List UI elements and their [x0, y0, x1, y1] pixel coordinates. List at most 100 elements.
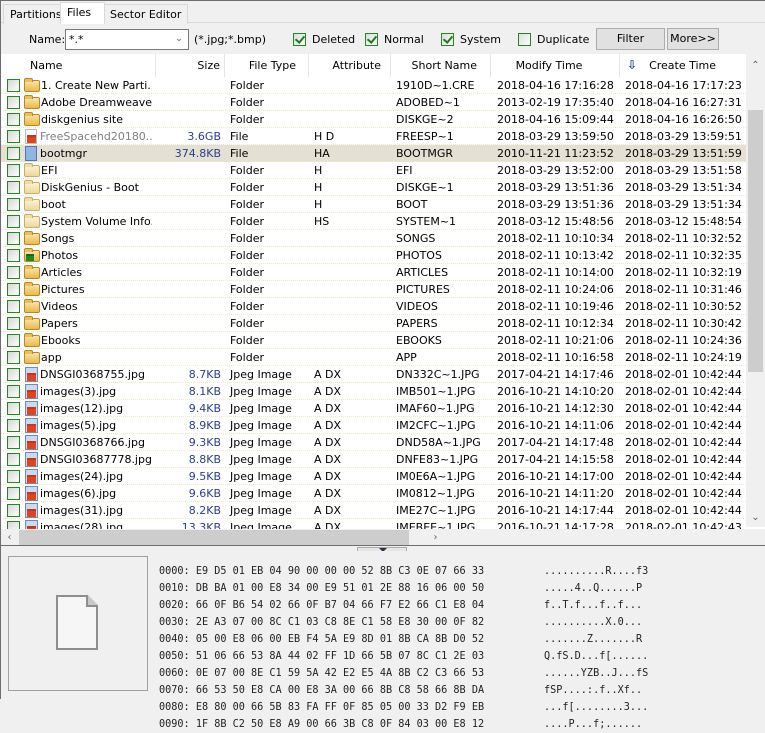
scroll-right-arrow-icon[interactable]: › — [427, 529, 444, 545]
short-name: VIDEOS — [396, 300, 438, 313]
file-row[interactable]: DNSGI0368755.jpg 8.7KB Jpeg Image A DX DN332… — [1, 366, 746, 383]
row-checkbox[interactable] — [7, 401, 20, 415]
name-filter-input[interactable] — [68, 32, 168, 47]
hex-offset: 0090: — [159, 719, 190, 730]
horizontal-scrollbar[interactable]: ‹ › — [1, 529, 746, 545]
row-checkbox[interactable] — [7, 95, 20, 109]
file-row[interactable]: boot Folder H BOOT 2018-03-29 13:51:36 2018-0… — [1, 196, 746, 213]
file-row[interactable]: images(6).jpg 9.6KB Jpeg Image A DX IM0812~1… — [1, 485, 746, 502]
file-row[interactable]: app Folder APP 2018-02-11 10:16:58 2018-02-1… — [1, 349, 746, 366]
row-checkbox[interactable] — [7, 214, 20, 228]
vertical-scroll-thumb[interactable] — [748, 110, 763, 372]
file-row[interactable]: images(24).jpg 9.5KB Jpeg Image A DX IM0E6A~… — [1, 468, 746, 485]
scroll-left-arrow-icon[interactable]: ‹ — [1, 529, 18, 545]
column-header-file-type[interactable]: File Type — [225, 54, 309, 77]
row-checkbox[interactable] — [7, 452, 20, 466]
scroll-up-arrow-icon[interactable]: ⌃ — [747, 57, 764, 74]
checkbox-normal-box[interactable] — [365, 33, 378, 46]
file-row[interactable]: Articles Folder ARTICLES 2018-02-11 10:14:0… — [1, 264, 746, 281]
row-checkbox[interactable] — [7, 503, 20, 517]
hex-bytes[interactable]: E9 D5 01 EB 04 90 00 00 00 52 8B C3 0E 0… — [196, 566, 484, 577]
hex-bytes[interactable]: DB BA 01 00 E8 34 00 E9 51 01 2E 88 16 0… — [196, 583, 484, 594]
hex-line: 0060: 0E 07 00 8E C1 59 5A 42 E2 E5 4A 8… — [159, 665, 484, 682]
file-row[interactable]: images(5).jpg 8.9KB Jpeg Image A DX IM2CFC~1… — [1, 417, 746, 434]
name-filter-combo[interactable]: ⌄ — [65, 29, 189, 50]
row-checkbox[interactable] — [7, 129, 20, 143]
row-checkbox[interactable] — [7, 384, 20, 398]
hex-bytes[interactable]: 66 53 50 E8 CA 00 E8 3A 00 66 8B C8 58 6… — [196, 685, 484, 696]
system-checkbox[interactable]: System — [441, 32, 501, 47]
row-checkbox[interactable] — [7, 146, 20, 160]
row-checkbox[interactable] — [7, 316, 20, 330]
row-checkbox[interactable] — [7, 367, 20, 381]
hex-offset: 0040: — [159, 634, 190, 645]
checkbox-duplicate-box[interactable] — [518, 33, 531, 46]
file-row[interactable]: Photos Folder PHOTOS 2018-02-11 10:13:42 201… — [1, 247, 746, 264]
checkbox-deleted-box[interactable] — [293, 33, 306, 46]
scroll-down-arrow-icon[interactable]: ⌄ — [747, 509, 764, 526]
file-row[interactable]: Songs Folder SONGS 2018-02-11 10:10:34 2018-… — [1, 230, 746, 247]
row-checkbox[interactable] — [7, 418, 20, 432]
checkbox-system-box[interactable] — [441, 33, 454, 46]
tab-partitions[interactable]: Partitions — [3, 4, 69, 24]
file-size: 9.5KB — [188, 470, 221, 483]
horizontal-scroll-thumb[interactable] — [19, 530, 409, 545]
hex-bytes[interactable]: 66 0F B6 54 02 66 0F B7 04 66 F7 E2 66 C… — [196, 600, 484, 611]
file-row[interactable]: bootmgr 374.8KB File HA BOOTMGR 2010-11-21 11… — [1, 145, 746, 162]
row-checkbox[interactable] — [7, 248, 20, 262]
file-row[interactable]: Papers Folder PAPERS 2018-02-11 10:12:34 201… — [1, 315, 746, 332]
file-row[interactable]: images(3).jpg 8.1KB Jpeg Image A DX IMB501~1… — [1, 383, 746, 400]
file-row[interactable]: 1. Create New Parti... Folder 1910D~1.CRE 2… — [1, 77, 746, 94]
chevron-down-icon[interactable]: ⌄ — [172, 32, 186, 47]
filter-button[interactable]: Filter — [596, 28, 665, 50]
file-row[interactable]: System Volume Info... Folder HS SYSTEM~1 201… — [1, 213, 746, 230]
file-row[interactable]: DNSGI03687778.jpg 8.8KB Jpeg Image A DX DNFE… — [1, 451, 746, 468]
tab-sector-editor[interactable]: Sector Editor — [103, 4, 189, 24]
file-row[interactable]: DNSGI0368766.jpg 9.3KB Jpeg Image A DX DND58… — [1, 434, 746, 451]
file-row[interactable]: DiskGenius - Boot Folder H DISKGE~1 2018-03-… — [1, 179, 746, 196]
deleted-checkbox[interactable]: Deleted — [293, 32, 355, 47]
file-row[interactable]: Adobe Dreamweave... Folder ADOBED~1 2013-02… — [1, 94, 746, 111]
column-header-attribute[interactable]: Attribute — [309, 54, 391, 77]
hex-bytes[interactable]: E8 80 00 66 5B 83 FA FF 0F 85 05 00 33 D… — [196, 702, 484, 713]
more-button[interactable]: More>> — [667, 28, 719, 50]
column-header-name[interactable]: Name — [1, 54, 156, 77]
file-row[interactable]: FreeSpacehd20180... 3.6GB File H D FREESP~1 2… — [1, 128, 746, 145]
row-checkbox[interactable] — [7, 163, 20, 177]
column-header-create-time[interactable]: ⇩ Create Time — [620, 54, 746, 77]
file-row[interactable]: Pictures Folder PICTURES 2018-02-11 10:24:0… — [1, 281, 746, 298]
duplicate-checkbox[interactable]: Duplicate — [518, 32, 589, 47]
column-header-short-name[interactable]: Short Name — [391, 54, 491, 77]
row-checkbox[interactable] — [7, 180, 20, 194]
hex-bytes[interactable]: 51 06 66 53 8A 44 02 FF 1D 66 5B 07 8C C… — [196, 651, 484, 662]
normal-checkbox[interactable]: Normal — [365, 32, 424, 47]
file-row[interactable]: EFI Folder H EFI 2018-03-29 13:52:00 2018-03-… — [1, 162, 746, 179]
create-time: 2018-03-29 13:51:34 — [625, 198, 742, 211]
file-row[interactable]: images(31).jpg 8.2KB Jpeg Image A DX IME27C~… — [1, 502, 746, 519]
preview-panel: 0000: E9 D5 01 EB 04 90 00 00 00 52 8B C… — [1, 551, 765, 730]
row-checkbox[interactable] — [7, 435, 20, 449]
row-checkbox[interactable] — [7, 350, 20, 364]
row-checkbox[interactable] — [7, 197, 20, 211]
hex-bytes[interactable]: 05 00 E8 06 00 EB F4 5A E9 8D 01 8B CA 8… — [196, 634, 484, 645]
row-checkbox[interactable] — [7, 299, 20, 313]
row-checkbox[interactable] — [7, 78, 20, 92]
row-checkbox[interactable] — [7, 112, 20, 126]
hex-bytes[interactable]: 1F 8B C2 50 E8 A9 00 66 3B C8 0F 84 03 0… — [196, 719, 484, 730]
file-row[interactable]: Ebooks Folder EBOOKS 2018-02-11 10:21:06 201… — [1, 332, 746, 349]
vertical-scrollbar[interactable]: ⌃ ⌄ — [746, 54, 765, 527]
hex-bytes[interactable]: 2E A3 07 00 8C C1 03 C8 8E C1 58 E8 30 0… — [196, 617, 484, 628]
row-checkbox[interactable] — [7, 231, 20, 245]
tab-files[interactable]: Files — [60, 2, 105, 24]
row-checkbox[interactable] — [7, 282, 20, 296]
column-header-modify-time[interactable]: Modify Time — [491, 54, 620, 77]
file-row[interactable]: images(12).jpg 9.4KB Jpeg Image A DX IMAF60~… — [1, 400, 746, 417]
file-row[interactable]: Videos Folder VIDEOS 2018-02-11 10:19:46 201… — [1, 298, 746, 315]
row-checkbox[interactable] — [7, 469, 20, 483]
column-header-size[interactable]: Size — [156, 54, 225, 77]
row-checkbox[interactable] — [7, 333, 20, 347]
row-checkbox[interactable] — [7, 486, 20, 500]
file-row[interactable]: diskgenius site Folder DISKGE~2 2018-04-16 … — [1, 111, 746, 128]
hex-bytes[interactable]: 0E 07 00 8E C1 59 5A 42 E2 E5 4A 8B C2 C… — [196, 668, 484, 679]
row-checkbox[interactable] — [7, 265, 20, 279]
